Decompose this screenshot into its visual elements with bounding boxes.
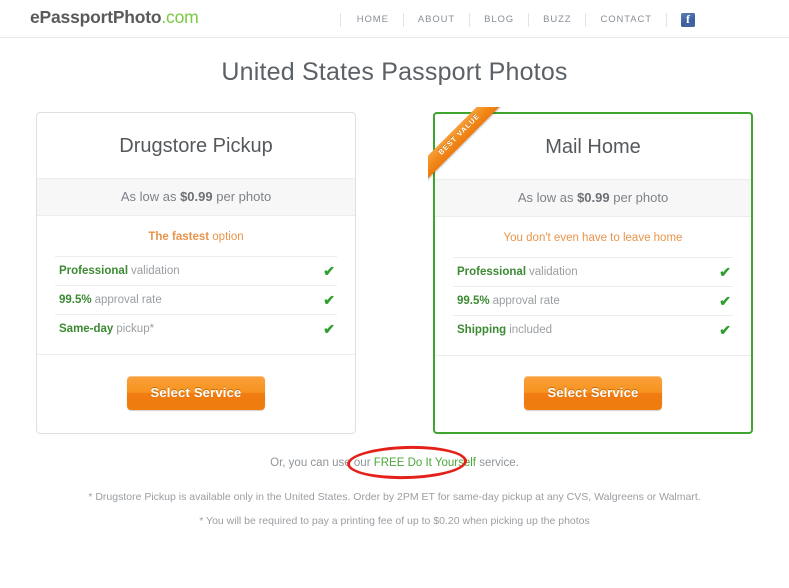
tagline-strong: The fastest — [148, 231, 210, 243]
pricing-card-mail-home: BEST VALUE Mail Home As low as $0.99 per… — [428, 107, 753, 434]
feature-text: Professional validation — [59, 265, 180, 277]
feature-text: Shipping included — [457, 324, 552, 336]
feature-row: Same-day pickup* ✔ — [55, 314, 337, 343]
feature-strong: Professional — [457, 266, 527, 278]
feature-row: 99.5% approval rate ✔ — [453, 286, 733, 315]
card-title: Drugstore Pickup — [119, 135, 273, 157]
card-tagline: You don't even have to leave home — [435, 217, 751, 257]
select-service-button[interactable]: Select Service — [523, 376, 663, 410]
nav-item-buzz[interactable]: BUZZ — [528, 13, 585, 27]
diy-line: Or, you can use our FREE Do It Yourself … — [0, 444, 789, 481]
feature-row: Professional validation ✔ — [453, 257, 733, 286]
feature-list: Professional validation ✔ 99.5% approval r… — [435, 257, 751, 344]
feature-strong: 99.5% — [457, 295, 490, 307]
ribbon-tail-right — [480, 107, 487, 114]
nav-item-about[interactable]: ABOUT — [402, 13, 469, 27]
nav-item-home[interactable]: HOME — [339, 13, 403, 27]
footnote-drugstore: * Drugstore Pickup is available only in … — [88, 491, 701, 503]
card-price: As low as $0.99 per photo — [435, 179, 751, 217]
feature-text: 99.5% approval rate — [457, 295, 560, 307]
price-suffix: per photo — [212, 189, 272, 204]
feature-rest: pickup* — [116, 323, 155, 335]
tagline-rest: option — [209, 231, 244, 243]
check-icon: ✔ — [719, 293, 731, 309]
feature-rest: approval rate — [492, 295, 560, 307]
price-prefix: As low as — [120, 189, 181, 204]
pricing-card-drugstore-pickup: Drugstore Pickup As low as $0.99 per pho… — [36, 112, 356, 434]
main-navigation: HOME ABOUT BLOG BUZZ CONTACT — [339, 11, 705, 29]
pricing-cards: Drugstore Pickup As low as $0.99 per pho… — [0, 107, 789, 434]
feature-row: Shipping included ✔ — [453, 315, 733, 344]
feature-text: 99.5% approval rate — [59, 294, 162, 306]
feature-strong: Professional — [59, 265, 129, 277]
site-logo[interactable]: ePassportPhoto.com — [30, 7, 199, 28]
site-header: ePassportPhoto.com HOME ABOUT BLOG BUZZ … — [0, 0, 789, 38]
card-tagline: The fastest option — [37, 216, 355, 256]
feature-strong: Shipping — [457, 324, 507, 336]
card-price: As low as $0.99 per photo — [37, 178, 355, 216]
price-value: $0.99 — [577, 190, 610, 205]
feature-rest: included — [509, 324, 553, 336]
diy-prefix: Or, you can use our — [270, 457, 374, 469]
check-icon: ✔ — [719, 322, 731, 338]
feature-rest: approval rate — [94, 294, 162, 306]
price-prefix: As low as — [517, 190, 578, 205]
diy-link[interactable]: FREE Do It Yourself — [374, 457, 476, 469]
card-footer: Select Service — [37, 354, 355, 433]
check-icon: ✔ — [323, 263, 335, 279]
logo-suffix-text: .com — [161, 7, 199, 27]
facebook-icon[interactable] — [681, 12, 695, 27]
diy-suffix: service. — [476, 457, 519, 469]
feature-row: Professional validation ✔ — [55, 256, 337, 285]
check-icon: ✔ — [323, 292, 335, 308]
feature-list: Professional validation ✔ 99.5% approval r… — [37, 256, 355, 343]
footnote-printing-fee: * You will be required to pay a printing… — [199, 515, 590, 527]
price-suffix: per photo — [609, 190, 669, 205]
feature-text: Same-day pickup* — [59, 323, 154, 335]
facebook-link[interactable] — [666, 12, 705, 27]
nav-item-blog[interactable]: BLOG — [469, 13, 528, 27]
card-footer: Select Service — [435, 355, 751, 432]
feature-strong: Same-day — [59, 323, 114, 335]
check-icon: ✔ — [719, 264, 731, 280]
card-title: Mail Home — [545, 136, 641, 158]
feature-rest: validation — [529, 266, 578, 278]
logo-main-text: ePassportPhoto — [30, 7, 162, 27]
feature-rest: validation — [131, 265, 180, 277]
feature-strong: 99.5% — [59, 294, 92, 306]
feature-row: 99.5% approval rate ✔ — [55, 285, 337, 314]
tagline-rest: You don't even have to leave home — [503, 232, 683, 244]
price-value: $0.99 — [180, 189, 213, 204]
nav-item-contact[interactable]: CONTACT — [585, 13, 666, 27]
select-service-button[interactable]: Select Service — [126, 376, 266, 410]
ribbon-tail-left — [428, 159, 435, 166]
feature-text: Professional validation — [457, 266, 578, 278]
page-title: United States Passport Photos — [221, 58, 568, 86]
check-icon: ✔ — [323, 321, 335, 337]
